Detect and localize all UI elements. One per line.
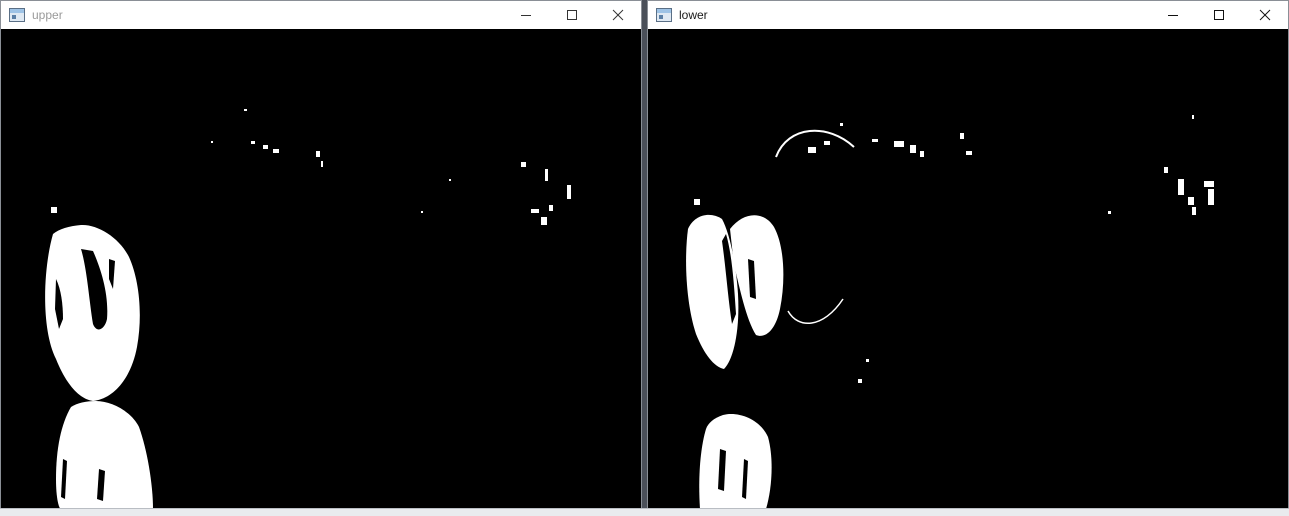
minimize-button[interactable] bbox=[503, 1, 549, 29]
titlebar-lower[interactable]: lower bbox=[648, 1, 1288, 29]
close-button[interactable] bbox=[595, 1, 641, 29]
close-icon bbox=[1259, 9, 1271, 21]
minimize-icon bbox=[521, 15, 531, 16]
window-title: upper bbox=[32, 8, 63, 22]
taskbar-strip bbox=[0, 508, 1289, 516]
image-canvas-lower bbox=[648, 29, 1288, 509]
window-title: lower bbox=[679, 8, 708, 22]
app-window-icon bbox=[656, 8, 672, 22]
maximize-icon bbox=[567, 10, 577, 20]
threshold-image bbox=[648, 29, 1288, 509]
caption-buttons bbox=[1150, 1, 1288, 29]
window-lower[interactable]: lower bbox=[647, 0, 1289, 510]
close-icon bbox=[612, 9, 624, 21]
window-upper[interactable]: upper bbox=[0, 0, 642, 510]
desktop: upper lower bbox=[0, 0, 1289, 516]
image-canvas-upper bbox=[1, 29, 641, 509]
close-button[interactable] bbox=[1242, 1, 1288, 29]
minimize-icon bbox=[1168, 15, 1178, 16]
threshold-image bbox=[1, 29, 641, 509]
maximize-icon bbox=[1214, 10, 1224, 20]
maximize-button[interactable] bbox=[1196, 1, 1242, 29]
app-window-icon bbox=[9, 8, 25, 22]
minimize-button[interactable] bbox=[1150, 1, 1196, 29]
maximize-button[interactable] bbox=[549, 1, 595, 29]
titlebar-upper[interactable]: upper bbox=[1, 1, 641, 29]
caption-buttons bbox=[503, 1, 641, 29]
